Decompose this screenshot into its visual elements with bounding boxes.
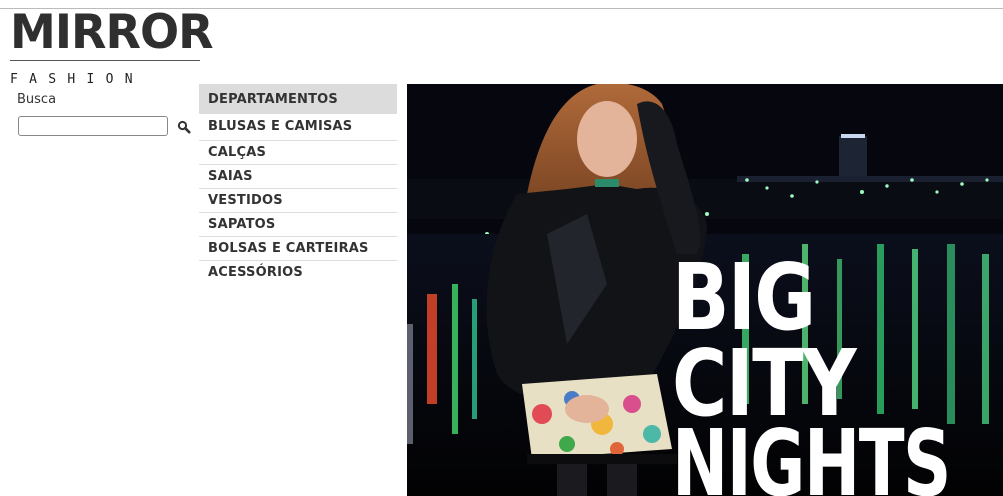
- menu-item-bolsas-e-carteiras[interactable]: BOLSAS E CARTEIRAS: [199, 237, 397, 261]
- logo-divider: [10, 60, 200, 61]
- menu-item-calcas[interactable]: CALÇAS: [199, 141, 397, 165]
- menu-item-blusas-e-camisas[interactable]: BLUSAS E CAMISAS: [199, 114, 397, 141]
- departments-menu: DEPARTAMENTOS BLUSAS E CAMISAS CALÇAS SA…: [199, 84, 397, 284]
- menu-header: DEPARTAMENTOS: [199, 84, 397, 114]
- search-label: Busca: [17, 92, 57, 107]
- magnifier-icon: [177, 120, 191, 134]
- logo[interactable]: MIRROR FASHION: [10, 5, 214, 87]
- logo-wordmark: MIRROR: [10, 5, 214, 60]
- department-list: BLUSAS E CAMISAS CALÇAS SAIAS VESTIDOS S…: [199, 114, 397, 284]
- menu-item-vestidos[interactable]: VESTIDOS: [199, 189, 397, 213]
- logo-tagline: FASHION: [10, 72, 144, 87]
- menu-item-saias[interactable]: SAIAS: [199, 165, 397, 189]
- hero-banner[interactable]: BIG CITY NIGHTS: [407, 84, 1003, 496]
- menu-item-sapatos[interactable]: SAPATOS: [199, 213, 397, 237]
- menu-item-acessorios[interactable]: ACESSÓRIOS: [199, 261, 397, 284]
- banner-headline-nights: NIGHTS: [672, 410, 951, 496]
- search-button[interactable]: [177, 119, 191, 134]
- search-input[interactable]: [18, 116, 168, 136]
